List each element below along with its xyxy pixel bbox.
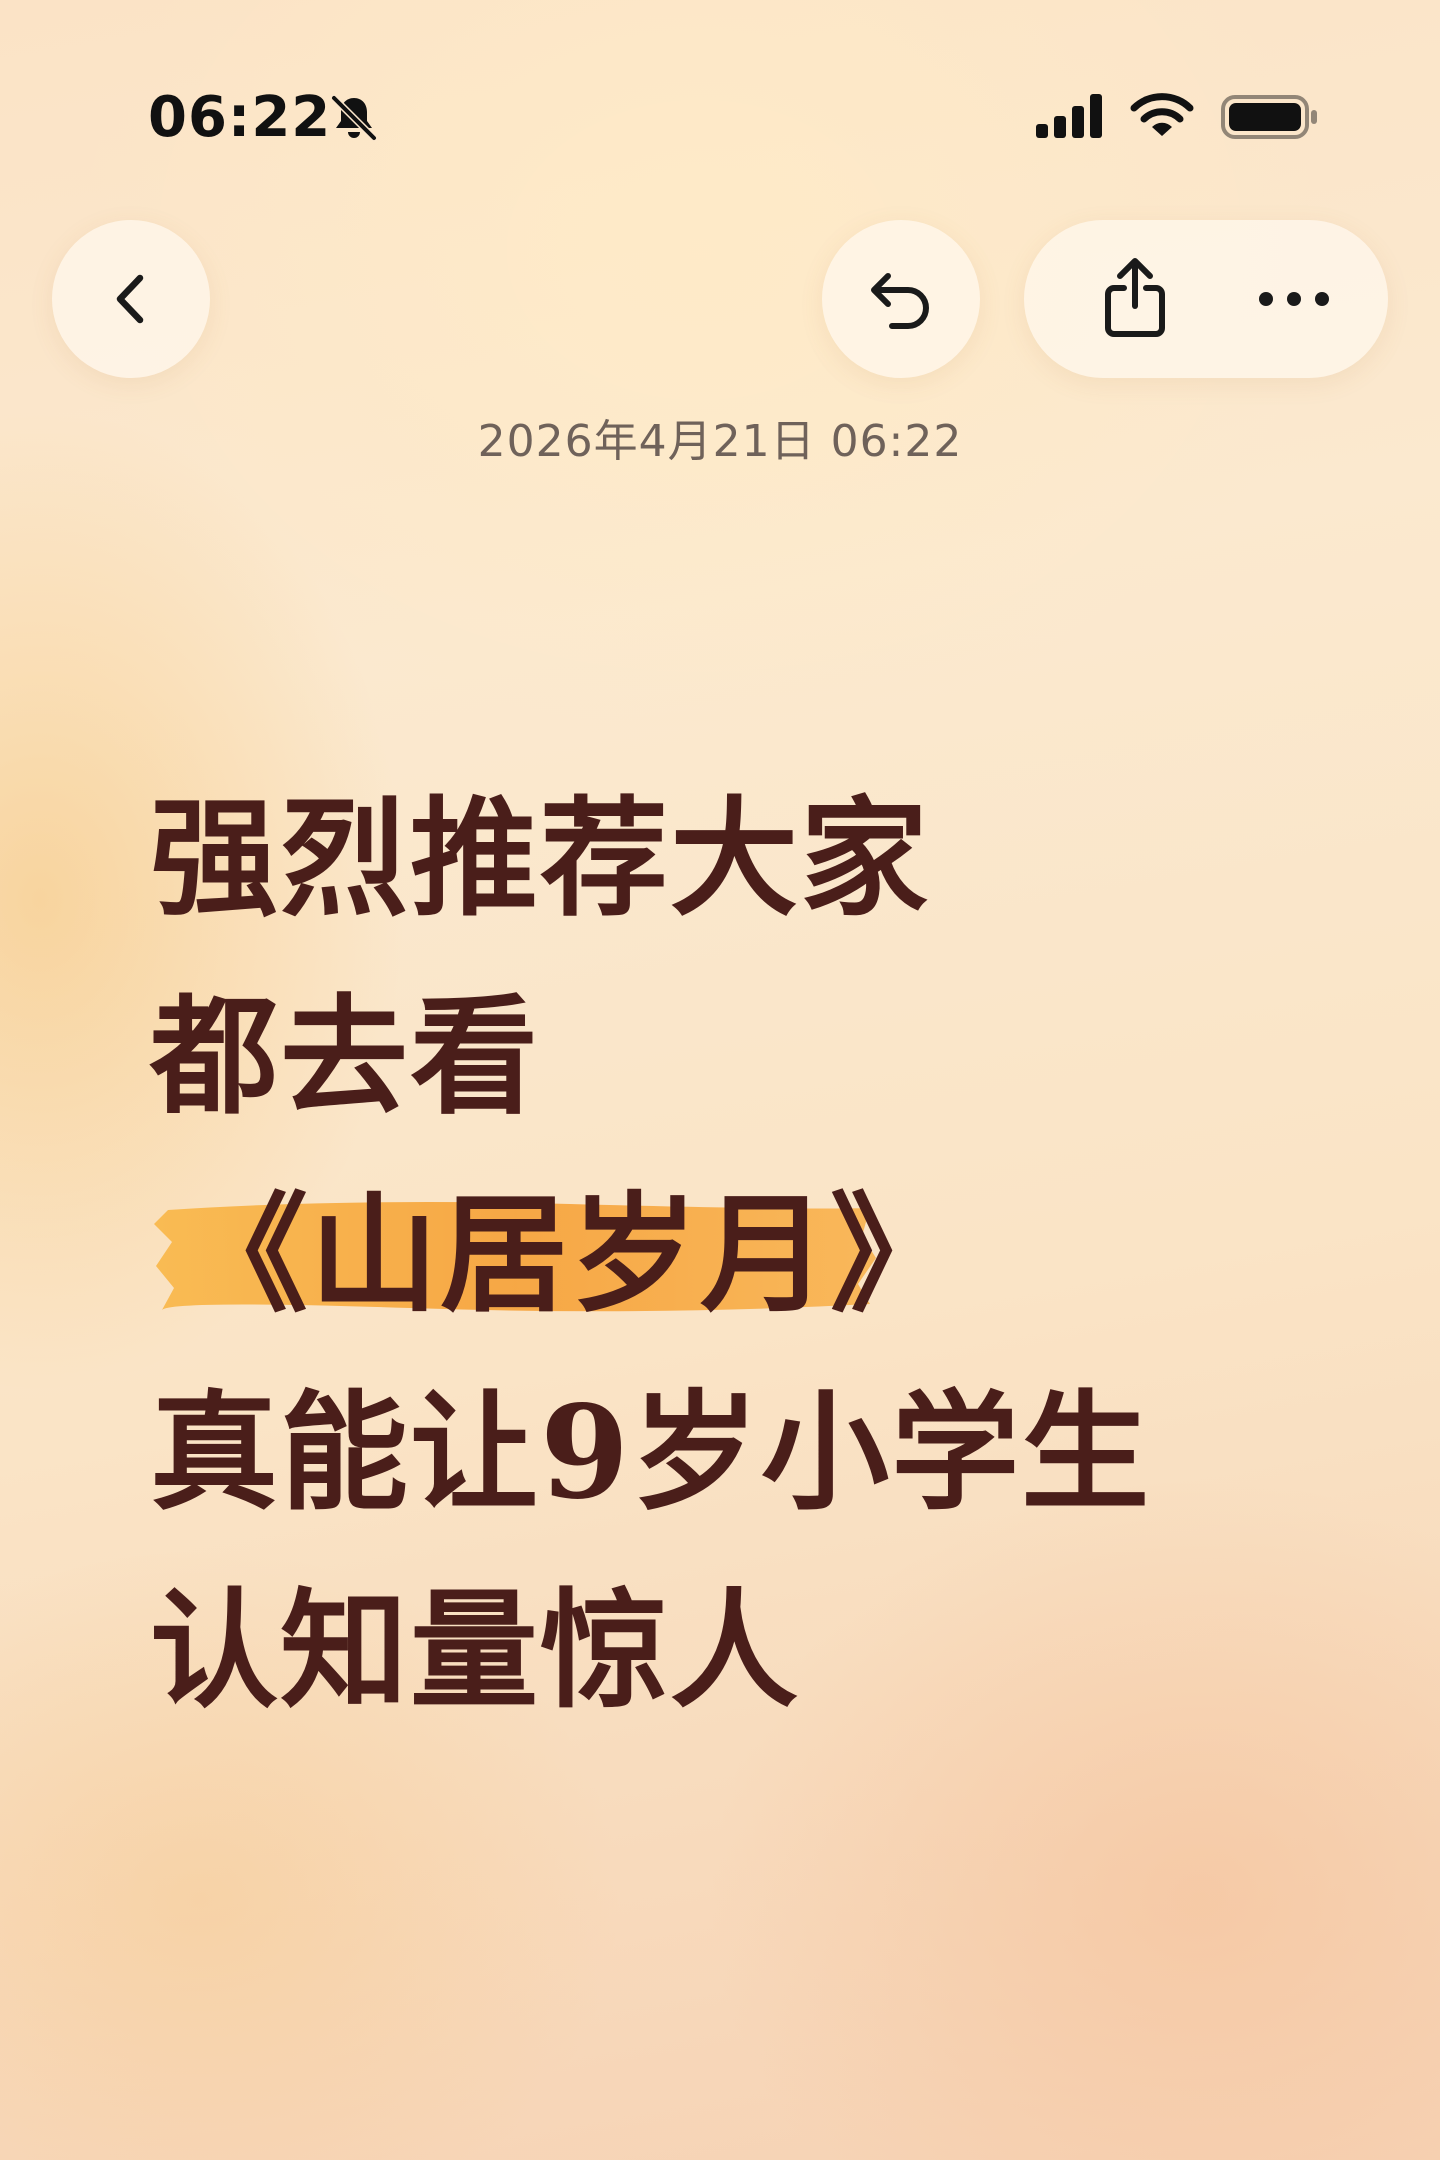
- note-body[interactable]: 强烈推荐大家 都去看 《山居岁月》 真能让9岁小学生 认知量惊人: [150, 760, 1350, 1750]
- undo-icon: [871, 273, 929, 329]
- wifi-icon: [1130, 93, 1194, 136]
- undo-button[interactable]: [822, 220, 980, 378]
- action-button-group: [1024, 220, 1388, 378]
- more-icon: [1259, 292, 1329, 306]
- headline-line-1: 强烈推荐大家: [150, 784, 931, 934]
- cellular-signal-icon: [1036, 94, 1102, 138]
- status-time: 06:22: [148, 85, 332, 150]
- headline-line-5: 认知量惊人: [150, 1576, 801, 1726]
- battery-icon: [1221, 95, 1317, 139]
- more-button[interactable]: [1224, 220, 1364, 378]
- title-highlight: 《山居岁月》: [154, 1156, 961, 1354]
- headline-line-3: 《山居岁月》: [150, 1156, 1350, 1354]
- note-timestamp: 2026年4月21日 06:22: [477, 416, 963, 467]
- share-button[interactable]: [1064, 220, 1204, 378]
- headline-line-2: 都去看: [150, 982, 541, 1132]
- share-icon: [1105, 258, 1165, 337]
- back-button[interactable]: [52, 220, 210, 378]
- status-bar: 06:22: [0, 0, 1440, 200]
- chevron-left-icon: [116, 274, 144, 324]
- bell-slash-icon: [330, 94, 378, 142]
- movie-title: 《山居岁月》: [180, 1180, 961, 1330]
- headline-line-4: 真能让9岁小学生: [150, 1378, 1152, 1528]
